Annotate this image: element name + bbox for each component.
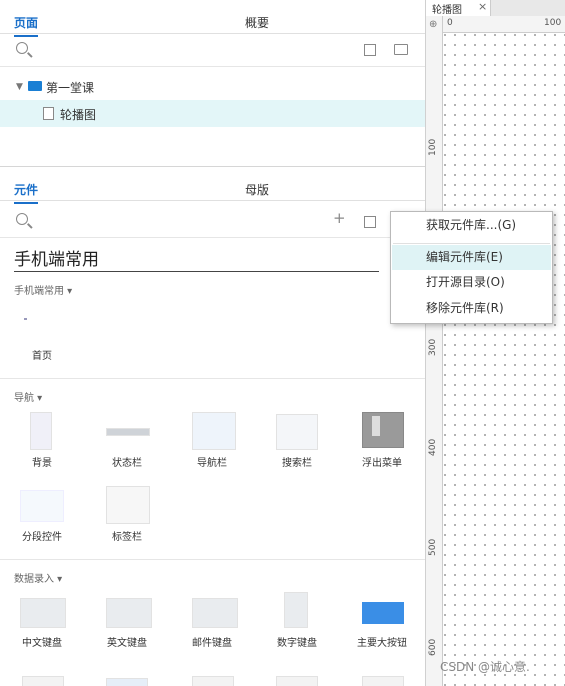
widget-label[interactable]: 搜索栏 <box>265 454 329 469</box>
library-context-menu: 获取元件库...(G) 编辑元件库(E) 打开源目录(O) 移除元件库(R) <box>390 211 553 324</box>
widget-label[interactable]: 背景 <box>10 454 74 469</box>
collapse-arrow-icon[interactable]: ▼ <box>16 82 23 92</box>
thumb-keyboard-en[interactable] <box>106 598 152 628</box>
canvas-tab-label: 轮播图 <box>432 5 462 16</box>
thumb-segmented[interactable] <box>20 490 64 522</box>
ruler-label: 400 <box>428 438 438 456</box>
thumb-popout-panel <box>372 416 380 436</box>
widget-label[interactable]: 英文键盘 <box>95 634 159 649</box>
folder-blue-icon <box>28 81 42 91</box>
pages-search-row <box>0 34 425 67</box>
thumb-keyboard-mail[interactable] <box>192 598 238 628</box>
thumb-tabbar[interactable] <box>106 486 150 524</box>
ruler-label: 500 <box>428 538 438 556</box>
ruler-label: 100 <box>428 138 438 156</box>
ruler-top: 0 100 <box>426 16 565 33</box>
thumb-more[interactable] <box>362 676 404 686</box>
widget-label[interactable]: 导航栏 <box>180 454 244 469</box>
panel-divider <box>0 166 425 167</box>
widgets-tabbar: 元件 母版 <box>0 174 425 204</box>
search-icon[interactable] <box>16 42 28 54</box>
thumb-statusbar[interactable] <box>106 428 150 436</box>
home-thumb[interactable] <box>24 318 27 320</box>
folder-icon[interactable] <box>394 44 408 55</box>
library-title[interactable]: 手机端常用 <box>14 245 379 272</box>
menu-item-remove-library[interactable]: 移除元件库(R) <box>392 296 551 321</box>
section-divider <box>0 559 425 560</box>
widget-label[interactable]: 状态栏 <box>95 454 159 469</box>
ruler-label: 0 <box>447 18 453 28</box>
page-icon <box>43 107 54 120</box>
design-canvas[interactable] <box>426 16 565 686</box>
thumb-main-button[interactable] <box>362 602 404 624</box>
widgets-search-row: + <box>0 205 425 238</box>
watermark: CSDN @诚心意. <box>440 660 530 674</box>
tab-pages[interactable]: 页面 <box>14 14 39 37</box>
widget-label[interactable]: 数字键盘 <box>265 634 329 649</box>
ruler-label: 100 <box>544 18 562 28</box>
tab-overview[interactable]: 概要 <box>245 14 269 31</box>
section-divider <box>0 378 425 379</box>
canvas-tab[interactable]: 轮播图 × <box>426 0 491 16</box>
widget-label[interactable]: 浮出菜单 <box>350 454 414 469</box>
menu-separator <box>393 243 550 244</box>
crosshair-icon: ⊕ <box>429 19 438 30</box>
search-icon[interactable] <box>16 213 28 225</box>
widget-label[interactable]: 标签栏 <box>95 528 159 543</box>
tree-page-label[interactable]: 轮播图 <box>60 106 96 123</box>
widget-label[interactable]: 中文键盘 <box>10 634 74 649</box>
widget-label[interactable]: 主要大按钮 <box>350 634 414 649</box>
widget-label[interactable]: 分段控件 <box>10 528 74 543</box>
tab-masters[interactable]: 母版 <box>245 181 269 198</box>
add-page-icon[interactable] <box>364 44 376 56</box>
ruler-left: 100 200 300 400 500 600 <box>426 16 443 686</box>
add-library-icon[interactable]: + <box>333 209 346 227</box>
thumb-background[interactable] <box>30 412 52 450</box>
thumb-keyboard-cn[interactable] <box>20 598 66 628</box>
left-panel: 页面 概要 ▼ 第一堂课 轮播图 元件 母版 + 手机端常用 手机端常用 ▾ 首… <box>0 0 426 686</box>
section-input-label[interactable]: 数据录入 ▾ <box>14 570 62 585</box>
widget-home[interactable]: 首页 <box>10 347 74 362</box>
section-nav-label[interactable]: 导航 ▾ <box>14 389 42 404</box>
section-mobile-label[interactable]: 手机端常用 ▾ <box>14 282 72 297</box>
tab-widgets[interactable]: 元件 <box>14 181 39 204</box>
library-menu-icon[interactable] <box>364 216 376 228</box>
thumb-more[interactable] <box>192 676 234 686</box>
thumb-popout-menu[interactable] <box>362 412 404 448</box>
thumb-searchbar[interactable] <box>276 414 318 450</box>
canvas-tabbar: 轮播图 × <box>426 0 565 17</box>
menu-item-edit-library[interactable]: 编辑元件库(E) <box>392 245 551 270</box>
thumb-keyboard-num[interactable] <box>284 592 308 628</box>
pages-tabbar: 页面 概要 <box>0 7 425 37</box>
ruler-label: 600 <box>428 638 438 656</box>
widget-label[interactable]: 邮件键盘 <box>180 634 244 649</box>
thumb-more[interactable] <box>22 676 64 686</box>
close-icon[interactable]: × <box>478 0 487 13</box>
thumb-more[interactable] <box>106 678 148 686</box>
menu-item-open-source[interactable]: 打开源目录(O) <box>392 270 551 295</box>
menu-item-get-library[interactable]: 获取元件库...(G) <box>392 213 551 238</box>
tree-folder-label[interactable]: 第一堂课 <box>46 79 94 96</box>
ruler-label: 300 <box>428 338 438 356</box>
thumb-more[interactable] <box>276 676 318 686</box>
thumb-navbar[interactable] <box>192 412 236 450</box>
